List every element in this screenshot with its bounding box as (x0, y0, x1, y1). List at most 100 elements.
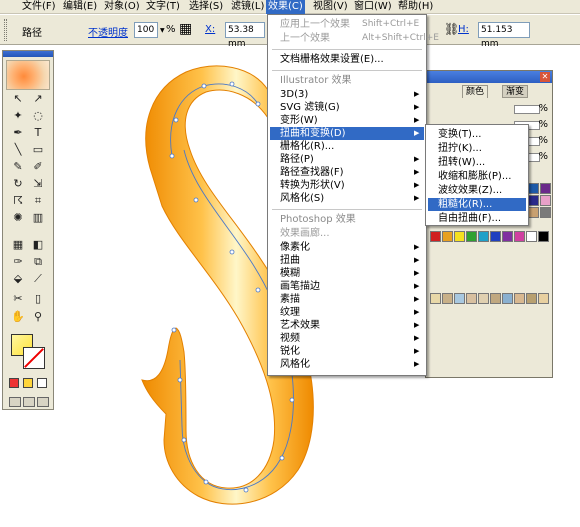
swatch[interactable] (502, 293, 513, 304)
swatch[interactable] (502, 231, 513, 242)
warp-tool-icon[interactable]: ☈ (9, 193, 27, 208)
opacity-dropdown-arrow-icon[interactable]: ▼ (160, 27, 165, 34)
swatch[interactable] (478, 293, 489, 304)
menu-item-zig-zag[interactable]: 波纹效果(Z)... (428, 184, 526, 197)
selection-tool-icon[interactable]: ↖ (9, 91, 27, 106)
menu-item-3d[interactable]: 3D(3) ▶ (270, 88, 424, 101)
swatch[interactable] (466, 293, 477, 304)
menu-item-video[interactable]: 视频 ▶ (270, 332, 424, 345)
rectangle-tool-icon[interactable]: ▭ (29, 142, 47, 157)
menu-item-svg-filters[interactable]: SVG 滤镜(G) ▶ (270, 101, 424, 114)
menu-item-warp[interactable]: 变形(W) ▶ (270, 114, 424, 127)
swatch[interactable] (454, 293, 465, 304)
swatch[interactable] (526, 293, 537, 304)
menu-item-artistic[interactable]: 艺术效果 ▶ (270, 319, 424, 332)
menu-item-pathfinder[interactable]: 路径查找器(F) ▶ (270, 166, 424, 179)
eraser-tool-icon[interactable]: ▯ (29, 291, 47, 306)
swatch[interactable] (538, 231, 549, 242)
swatch[interactable] (540, 207, 551, 218)
tools-panel-titlebar[interactable] (3, 51, 53, 57)
menu-item-texture[interactable]: 纹理 ▶ (270, 306, 424, 319)
link-icon[interactable]: ⛓ (444, 22, 459, 36)
tab-gradient[interactable]: 渐变 (502, 85, 529, 98)
paintbrush-tool-icon[interactable]: ✎ (9, 159, 27, 174)
opacity-label[interactable]: 不透明度 (88, 24, 128, 39)
menu-item-transform[interactable]: 变换(T)... (428, 128, 526, 141)
color-panel-titlebar[interactable] (426, 71, 552, 83)
swatch[interactable] (466, 231, 477, 242)
type-tool-icon[interactable]: T (29, 125, 47, 140)
opacity-input[interactable]: 100 (134, 22, 158, 38)
swatch[interactable] (442, 293, 453, 304)
menu-file[interactable]: 文件(F) (20, 0, 58, 14)
gradient-mode-swatch[interactable] (23, 378, 33, 388)
swatch[interactable] (526, 231, 537, 242)
toolbar-grip[interactable] (4, 19, 7, 41)
menu-item-brush-strokes[interactable]: 画笔描边 ▶ (270, 280, 424, 293)
swatch[interactable] (528, 183, 539, 194)
swatch[interactable] (490, 293, 501, 304)
menu-item-stylize-ps[interactable]: 风格化 ▶ (270, 358, 424, 371)
menu-filter[interactable]: 滤镜(L) (229, 0, 266, 14)
menu-item-raster-settings[interactable]: 文档栅格效果设置(E)... (270, 53, 424, 66)
menu-view[interactable]: 视图(V) (311, 0, 350, 14)
free-transform-tool-icon[interactable]: ⌗ (29, 193, 47, 208)
direct-selection-tool-icon[interactable]: ↗ (29, 91, 47, 106)
menu-type[interactable]: 文字(T) (144, 0, 182, 14)
menu-item-pixelate[interactable]: 像素化 ▶ (270, 241, 424, 254)
screen-mode-full-menu-button[interactable] (23, 397, 35, 407)
slice-tool-icon[interactable]: ⟋ (29, 271, 47, 286)
rotate-tool-icon[interactable]: ↻ (9, 176, 27, 191)
blend-tool-icon[interactable]: ⧉ (29, 254, 47, 269)
menu-item-last-effect[interactable]: 上一个效果 Alt+Shift+Ctrl+E (270, 32, 439, 45)
swatch[interactable] (540, 183, 551, 194)
gradient-tool-icon[interactable]: ◧ (29, 237, 47, 252)
mesh-tool-icon[interactable]: ▦ (9, 237, 27, 252)
color-mode-swatch[interactable] (9, 378, 19, 388)
eyedropper-tool-icon[interactable]: ✑ (9, 254, 27, 269)
menu-effect[interactable]: 效果(C) (266, 0, 305, 14)
swatch[interactable] (514, 231, 525, 242)
menu-item-distort-transform[interactable]: 扭曲和变换(D) ▶ (270, 127, 424, 140)
menu-item-twist[interactable]: 扭转(W)... (428, 156, 526, 169)
live-paint-tool-icon[interactable]: ⬙ (9, 271, 27, 286)
menu-item-stylize-ai[interactable]: 风格化(S) ▶ (270, 192, 424, 205)
tab-color[interactable]: 颜色 (462, 85, 489, 98)
swatch[interactable] (540, 195, 551, 206)
close-icon[interactable]: ✕ (540, 72, 550, 82)
swatch[interactable] (430, 293, 441, 304)
magic-wand-tool-icon[interactable]: ✦ (9, 108, 27, 123)
menu-window[interactable]: 窗口(W) (352, 0, 394, 14)
menu-item-tweak[interactable]: 扭拧(K)... (428, 142, 526, 155)
menu-select[interactable]: 选择(S) (187, 0, 225, 14)
menu-object[interactable]: 对象(O) (102, 0, 142, 14)
menu-item-pucker-bloat[interactable]: 收缩和膨胀(P)... (428, 170, 526, 183)
menu-item-sketch[interactable]: 素描 ▶ (270, 293, 424, 306)
menu-item-distort[interactable]: 扭曲 ▶ (270, 254, 424, 267)
screen-mode-standard-button[interactable] (9, 397, 21, 407)
x-input[interactable]: 53.38 mm (225, 22, 265, 49)
swatch[interactable] (454, 231, 465, 242)
line-tool-icon[interactable]: ╲ (9, 142, 27, 157)
swatch[interactable] (478, 231, 489, 242)
menu-item-blur[interactable]: 模糊 ▶ (270, 267, 424, 280)
swatch[interactable] (514, 293, 525, 304)
none-mode-swatch[interactable] (37, 378, 47, 388)
scissors-tool-icon[interactable]: ✂ (9, 291, 27, 306)
menu-help[interactable]: 帮助(H) (396, 0, 435, 14)
pencil-tool-icon[interactable]: ✐ (29, 159, 47, 174)
color-slider[interactable] (514, 105, 540, 114)
swatch[interactable] (528, 195, 539, 206)
menu-item-apply-last-effect[interactable]: 应用上一个效果 Shift+Ctrl+E (270, 18, 424, 31)
screen-mode-full-button[interactable] (37, 397, 49, 407)
symbol-sprayer-tool-icon[interactable]: ✺ (9, 210, 27, 225)
x-label[interactable]: X: (205, 24, 215, 35)
swatch[interactable] (490, 231, 501, 242)
menu-item-sharpen[interactable]: 锐化 ▶ (270, 345, 424, 358)
graph-tool-icon[interactable]: ▥ (29, 210, 47, 225)
pen-tool-icon[interactable]: ✒ (9, 125, 27, 140)
zoom-tool-icon[interactable]: ⚲ (29, 309, 47, 324)
swatch[interactable] (528, 207, 539, 218)
menu-item-effect-gallery[interactable]: 效果画廊... (270, 227, 424, 240)
menu-item-convert-to-shape[interactable]: 转换为形状(V) ▶ (270, 179, 424, 192)
